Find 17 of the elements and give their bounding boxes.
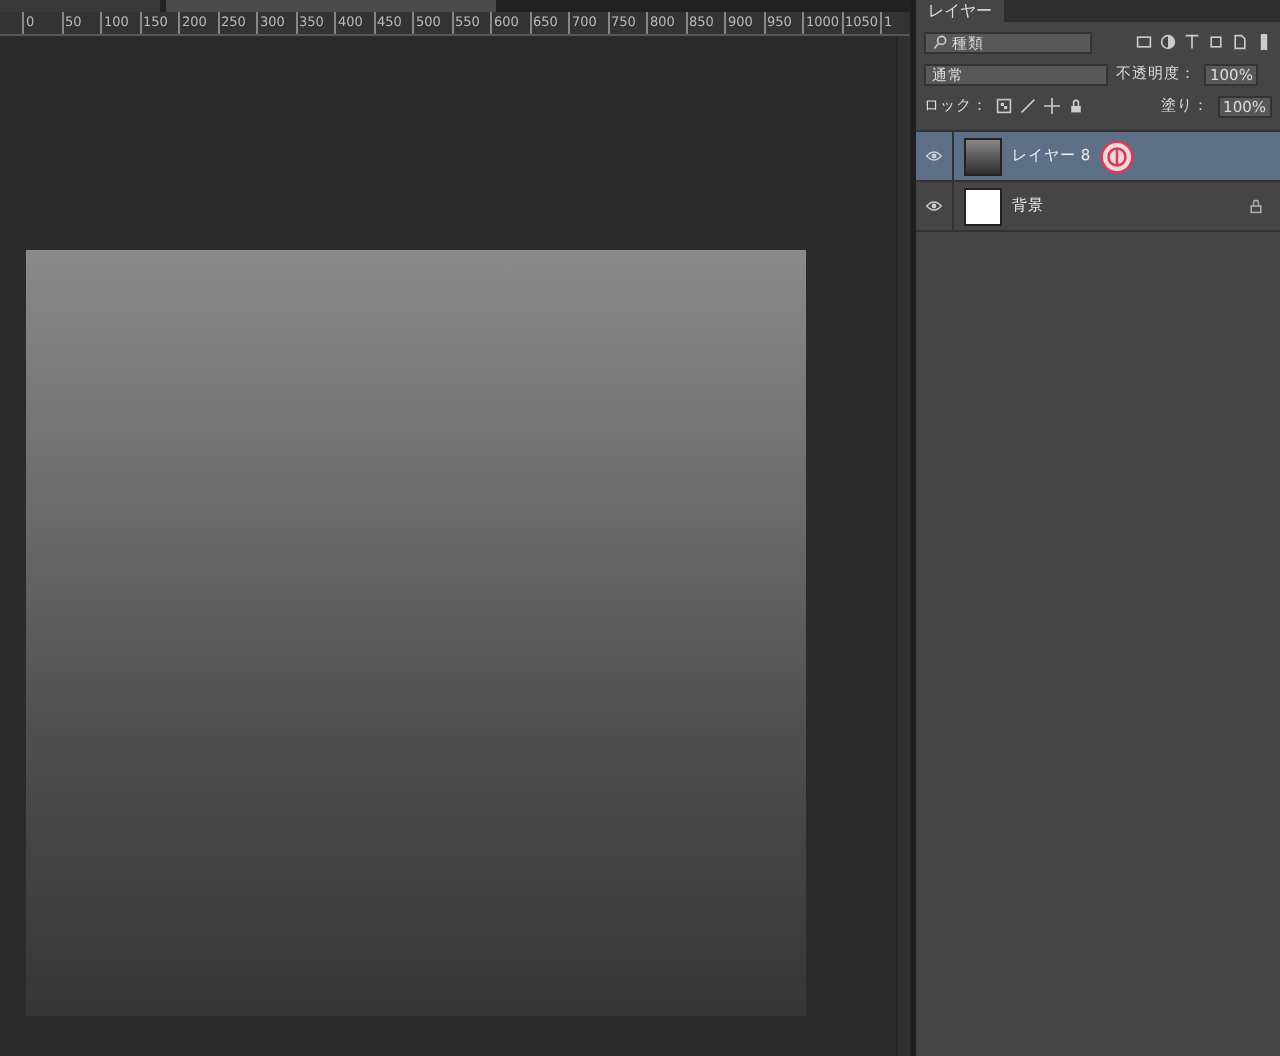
scroll-bar[interactable] <box>896 36 910 1056</box>
eye-icon[interactable] <box>926 148 942 164</box>
transform-icon[interactable] <box>1208 34 1224 50</box>
move-icon[interactable] <box>1044 98 1060 114</box>
panel-tab[interactable]: レイヤー <box>916 0 1004 22</box>
lock-icon[interactable] <box>1068 98 1084 114</box>
search-icon[interactable] <box>932 34 948 50</box>
layer-thumbnail <box>964 137 1002 175</box>
half-circle-icon[interactable] <box>1160 34 1176 50</box>
layer-thumbnail <box>964 187 1002 225</box>
document-icon[interactable] <box>1232 34 1248 50</box>
checker-icon[interactable] <box>996 98 1012 114</box>
image-icon[interactable] <box>1136 34 1152 50</box>
eye-icon[interactable] <box>926 198 942 214</box>
brush-icon[interactable] <box>1020 98 1036 114</box>
toggle-icon[interactable] <box>1256 34 1272 50</box>
text-icon[interactable] <box>1184 34 1200 50</box>
